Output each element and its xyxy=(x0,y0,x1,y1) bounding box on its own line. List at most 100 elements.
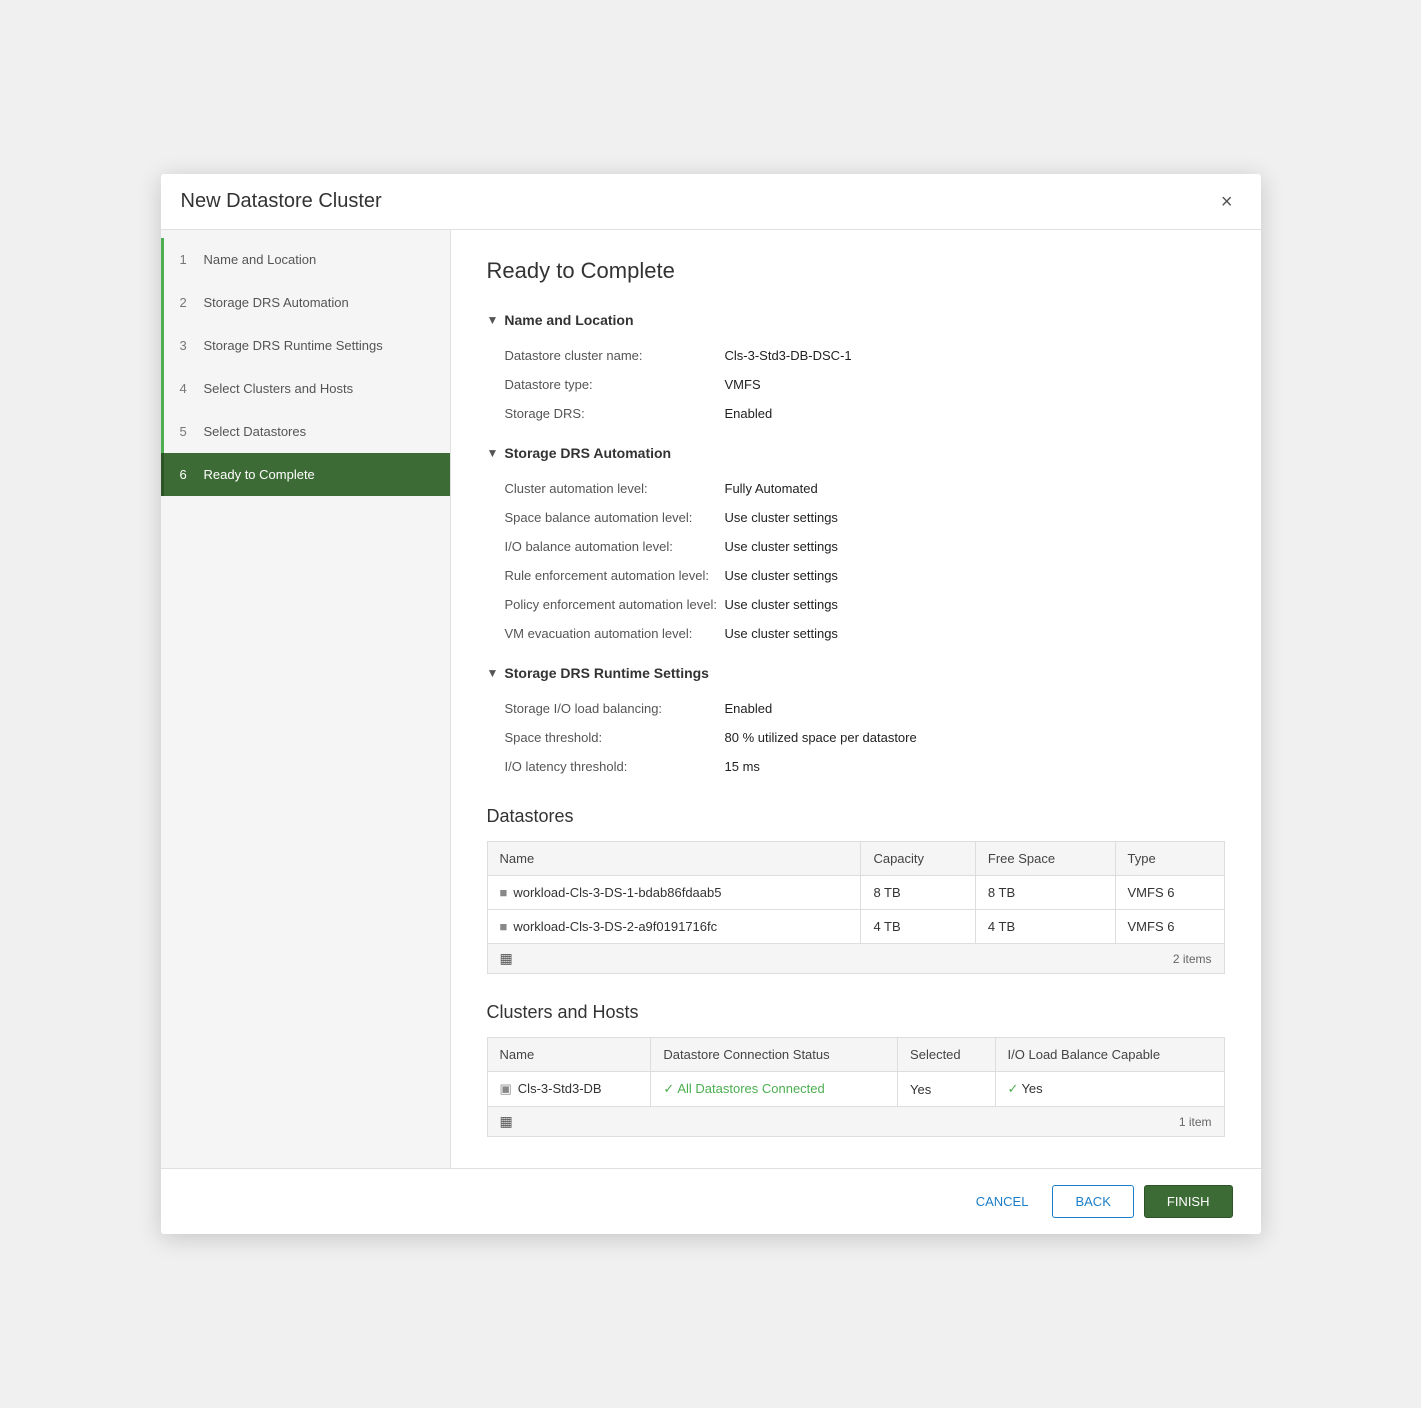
sidebar-label-select-clusters-hosts: Select Clusters and Hosts xyxy=(204,381,354,396)
section-storage-drs-runtime: ▼ Storage DRS Runtime Settings xyxy=(487,665,1225,681)
table-cell: VMFS 6 xyxy=(1115,876,1224,910)
table-cell: 8 TB xyxy=(861,876,975,910)
clusters-count: 1 item xyxy=(1179,1115,1212,1129)
col-header: Free Space xyxy=(975,842,1115,876)
dialog-footer: CANCEL BACK FINISH xyxy=(161,1168,1261,1234)
info-label: Cluster automation level: xyxy=(505,477,725,500)
clusters-section-title: Clusters and Hosts xyxy=(487,1002,1225,1023)
dialog-body: 1 Name and Location 2 Storage DRS Automatio… xyxy=(161,230,1261,1168)
step-num-5: 5 xyxy=(180,424,194,439)
section-name-location: ▼ Name and Location xyxy=(487,312,1225,328)
sidebar-label-name-location: Name and Location xyxy=(204,252,317,267)
table-cell: Yes xyxy=(898,1072,996,1107)
info-label: Policy enforcement automation level: xyxy=(505,593,725,616)
sidebar-label-storage-drs-runtime: Storage DRS Runtime Settings xyxy=(204,338,383,353)
col-header: Datastore Connection Status xyxy=(651,1038,898,1072)
table-cell: VMFS 6 xyxy=(1115,910,1224,944)
section-name-location-title: Name and Location xyxy=(504,312,633,328)
info-value: 15 ms xyxy=(725,755,1225,778)
step-num-1: 1 xyxy=(180,252,194,267)
info-label: I/O latency threshold: xyxy=(505,755,725,778)
datastore-icon: ■ xyxy=(500,885,508,900)
info-value: Enabled xyxy=(725,402,1225,425)
info-label: Datastore type: xyxy=(505,373,725,396)
section-storage-drs-runtime-title: Storage DRS Runtime Settings xyxy=(504,665,709,681)
table-row: ■workload-Cls-3-DS-1-bdab86fdaab58 TB8 T… xyxy=(487,876,1224,910)
sidebar-label-ready-to-complete: Ready to Complete xyxy=(204,467,315,482)
sidebar-item-ready-to-complete[interactable]: 6 Ready to Complete xyxy=(161,453,450,496)
new-datastore-cluster-dialog: New Datastore Cluster × 1 Name and Locati… xyxy=(161,174,1261,1234)
sidebar-label-select-datastores: Select Datastores xyxy=(204,424,307,439)
info-label: Storage I/O load balancing: xyxy=(505,697,725,720)
info-value: Use cluster settings xyxy=(725,564,1225,587)
clusters-columns-icon: ▦ xyxy=(500,1113,513,1130)
info-label: VM evacuation automation level: xyxy=(505,622,725,645)
table-row: ■workload-Cls-3-DS-2-a9f0191716fc4 TB4 T… xyxy=(487,910,1224,944)
col-header: Name xyxy=(487,1038,651,1072)
cancel-button[interactable]: CANCEL xyxy=(962,1186,1043,1217)
sidebar-item-select-datastores[interactable]: 5 Select Datastores xyxy=(161,410,450,453)
clusters-hosts-table: NameDatastore Connection StatusSelectedI… xyxy=(487,1037,1225,1107)
check-icon: ✓ xyxy=(663,1081,674,1096)
chevron-icon-3: ▼ xyxy=(487,666,499,680)
close-button[interactable]: × xyxy=(1213,188,1241,216)
col-header: Selected xyxy=(898,1038,996,1072)
table-cell: 4 TB xyxy=(861,910,975,944)
info-label: Space threshold: xyxy=(505,726,725,749)
info-label: I/O balance automation level: xyxy=(505,535,725,558)
io-check-icon: ✓ xyxy=(1008,1081,1019,1096)
connection-status: All Datastores Connected xyxy=(677,1081,824,1096)
finish-button[interactable]: FINISH xyxy=(1144,1185,1233,1218)
dialog-title: New Datastore Cluster xyxy=(181,190,382,213)
table-row: ▣Cls-3-Std3-DB✓All Datastores ConnectedY… xyxy=(487,1072,1224,1107)
info-value: Use cluster settings xyxy=(725,506,1225,529)
datastores-table: NameCapacityFree SpaceType ■workload-Cls… xyxy=(487,841,1225,944)
info-value: Fully Automated xyxy=(725,477,1225,500)
storage-drs-runtime-grid: Storage I/O load balancing:EnabledSpace … xyxy=(505,697,1225,778)
main-content: Ready to Complete ▼ Name and Location Da… xyxy=(451,230,1261,1168)
sidebar-label-storage-drs-automation: Storage DRS Automation xyxy=(204,295,349,310)
datastores-count: 2 items xyxy=(1173,952,1212,966)
info-label: Space balance automation level: xyxy=(505,506,725,529)
table-cell: ▣Cls-3-Std3-DB xyxy=(487,1072,651,1107)
table-cell: 8 TB xyxy=(975,876,1115,910)
info-value: Cls-3-Std3-DB-DSC-1 xyxy=(725,344,1225,367)
datastores-table-footer: ▦ 2 items xyxy=(487,944,1225,974)
storage-drs-automation-grid: Cluster automation level:Fully Automated… xyxy=(505,477,1225,645)
cluster-icon: ▣ xyxy=(500,1081,512,1097)
info-label: Rule enforcement automation level: xyxy=(505,564,725,587)
info-label: Storage DRS: xyxy=(505,402,725,425)
step-num-4: 4 xyxy=(180,381,194,396)
back-button[interactable]: BACK xyxy=(1052,1185,1133,1218)
col-header: Name xyxy=(487,842,861,876)
table-cell: ✓Yes xyxy=(995,1072,1224,1107)
table-cell: ■workload-Cls-3-DS-1-bdab86fdaab5 xyxy=(487,876,861,910)
sidebar: 1 Name and Location 2 Storage DRS Automatio… xyxy=(161,230,451,1168)
info-value: Use cluster settings xyxy=(725,622,1225,645)
chevron-icon: ▼ xyxy=(487,313,499,327)
col-header: Capacity xyxy=(861,842,975,876)
sidebar-item-storage-drs-runtime[interactable]: 3 Storage DRS Runtime Settings xyxy=(161,324,450,367)
table-cell: ✓All Datastores Connected xyxy=(651,1072,898,1107)
step-num-6: 6 xyxy=(180,467,194,482)
name-location-grid: Datastore cluster name:Cls-3-Std3-DB-DSC… xyxy=(505,344,1225,425)
sidebar-item-select-clusters-hosts[interactable]: 4 Select Clusters and Hosts xyxy=(161,367,450,410)
info-value: Use cluster settings xyxy=(725,535,1225,558)
info-value: Enabled xyxy=(725,697,1225,720)
dialog-header: New Datastore Cluster × xyxy=(161,174,1261,230)
chevron-icon-2: ▼ xyxy=(487,446,499,460)
table-columns-icon: ▦ xyxy=(500,950,513,967)
step-num-3: 3 xyxy=(180,338,194,353)
col-header: Type xyxy=(1115,842,1224,876)
col-header: I/O Load Balance Capable xyxy=(995,1038,1224,1072)
sidebar-item-storage-drs-automation[interactable]: 2 Storage DRS Automation xyxy=(161,281,450,324)
datastores-section-title: Datastores xyxy=(487,806,1225,827)
datastore-icon: ■ xyxy=(500,919,508,934)
sidebar-item-name-location[interactable]: 1 Name and Location xyxy=(161,238,450,281)
info-value: Use cluster settings xyxy=(725,593,1225,616)
table-cell: ■workload-Cls-3-DS-2-a9f0191716fc xyxy=(487,910,861,944)
step-num-2: 2 xyxy=(180,295,194,310)
table-cell: 4 TB xyxy=(975,910,1115,944)
section-storage-drs-automation-title: Storage DRS Automation xyxy=(504,445,671,461)
info-value: VMFS xyxy=(725,373,1225,396)
